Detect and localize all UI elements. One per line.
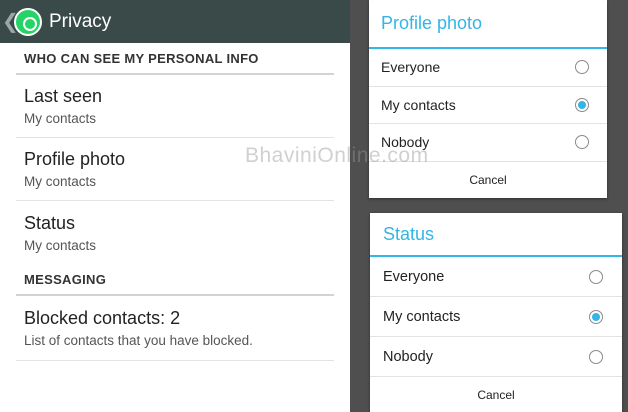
whatsapp-logo-icon[interactable] — [14, 7, 42, 36]
option-label: Everyone — [383, 268, 445, 285]
radio-button[interactable] — [575, 60, 589, 75]
option-everyone[interactable]: Everyone — [369, 49, 607, 87]
option-label: Nobody — [383, 348, 433, 365]
radio-button[interactable] — [589, 269, 603, 284]
option-label: Everyone — [381, 59, 441, 76]
dialog-title: Profile photo — [369, 0, 607, 49]
pref-summary: My contacts — [24, 174, 97, 189]
option-my-contacts[interactable]: My contacts — [369, 87, 607, 124]
radio-button-selected[interactable] — [575, 97, 589, 112]
option-everyone[interactable]: Everyone — [370, 257, 622, 297]
option-my-contacts[interactable]: My contacts — [370, 297, 622, 337]
radio-button[interactable] — [589, 349, 603, 364]
privacy-screen: ❮ Privacy WHO CAN SEE MY PERSONAL INFO L… — [0, 0, 350, 412]
radio-button-selected[interactable] — [589, 309, 603, 324]
watermark: BhaviniOnline.com — [245, 144, 429, 167]
pref-summary: My contacts — [24, 237, 97, 253]
option-nobody[interactable]: Nobody — [370, 337, 622, 377]
option-label: My contacts — [383, 308, 461, 325]
pref-last-seen[interactable]: Last seen My contacts — [16, 75, 334, 138]
status-dialog: Status Everyone My contacts Nobody Cance… — [370, 213, 622, 412]
radio-button[interactable] — [575, 135, 589, 150]
dialog-title: Status — [370, 213, 622, 257]
pref-title: Blocked contacts: 2 — [24, 308, 181, 328]
pref-summary: My contacts — [24, 111, 97, 126]
pref-blocked-contacts[interactable]: Blocked contacts: 2 List of contacts tha… — [16, 296, 334, 361]
page-title: Privacy — [49, 10, 112, 32]
section-header-personal-info: WHO CAN SEE MY PERSONAL INFO — [16, 43, 334, 75]
pref-title: Status — [24, 212, 76, 233]
cancel-button[interactable]: Cancel — [370, 377, 622, 412]
option-label: My contacts — [381, 96, 456, 113]
chevron-left-icon[interactable]: ❮ — [2, 12, 19, 32]
action-bar: ❮ Privacy — [0, 0, 350, 43]
pref-summary: List of contacts that you have blocked. — [24, 333, 253, 348]
section-header-messaging: MESSAGING — [16, 264, 334, 296]
pref-status[interactable]: Status My contacts — [16, 201, 334, 264]
profile-photo-dialog: Profile photo Everyone My contacts Nobod… — [369, 0, 607, 198]
pref-title: Last seen — [24, 86, 103, 106]
